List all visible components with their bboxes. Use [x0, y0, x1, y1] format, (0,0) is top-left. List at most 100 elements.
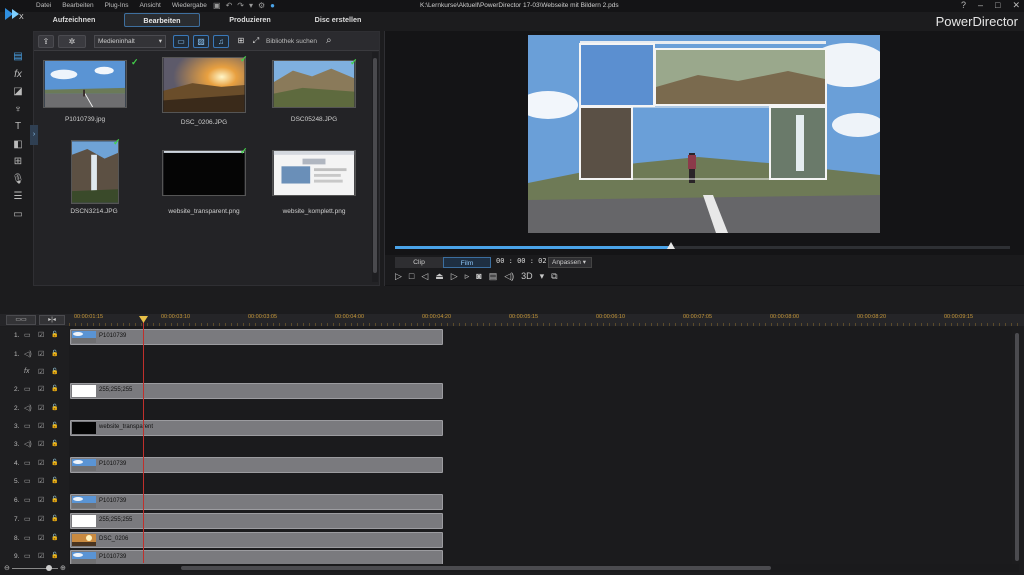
undo-icon[interactable]: ↶	[226, 1, 233, 10]
library-item[interactable]: ✓ DSCN3214.JPG	[70, 138, 120, 216]
timeline-clip[interactable]: 255;255;255	[70, 383, 443, 399]
stop-icon[interactable]: □	[409, 271, 414, 282]
fx-room-icon[interactable]: fx	[8, 66, 28, 84]
track-enable-checkbox[interactable]: ☑	[38, 515, 44, 523]
subtitle-toggle-icon[interactable]: ▤	[489, 271, 498, 282]
track-lane[interactable]	[69, 436, 1012, 455]
timeline-clip[interactable]: website_transparent	[70, 420, 443, 436]
library-item[interactable]: ✓ website_transparent.png	[162, 147, 248, 215]
chevron-down-icon[interactable]: ▾	[540, 271, 545, 282]
transition-room-icon[interactable]: ◧	[8, 136, 28, 154]
tab-create-disc[interactable]: Disc erstellen	[300, 13, 376, 27]
fast-forward-icon[interactable]: ▹	[465, 271, 470, 282]
track-lane[interactable]	[69, 473, 1012, 492]
redo-icon[interactable]: ↷	[237, 1, 244, 10]
plugin-button[interactable]: ✲	[58, 35, 86, 48]
track-lane[interactable]: website_transparent	[69, 418, 1012, 437]
filter-audio-button[interactable]: ♫	[213, 35, 229, 48]
tab-capture[interactable]: Aufzeichnen	[36, 13, 112, 27]
track-enable-checkbox[interactable]: ☑	[38, 496, 44, 504]
zoom-fit-dropdown[interactable]: Anpassen ▾	[548, 257, 592, 268]
timeline-vscrollbar-thumb[interactable]	[1015, 333, 1019, 561]
track-enable-checkbox[interactable]: ☑	[38, 385, 44, 393]
track-enable-checkbox[interactable]: ☑	[38, 552, 44, 560]
track-enable-checkbox[interactable]: ☑	[38, 477, 44, 485]
library-item[interactable]: website_komplett.png	[272, 150, 356, 215]
lock-icon[interactable]: 🔓	[51, 422, 58, 429]
lock-icon[interactable]: 🔓	[51, 331, 58, 338]
expand-library-button[interactable]: ⤢	[248, 35, 264, 48]
library-scrollbar[interactable]	[372, 52, 378, 282]
timeline-horizontal-scrollbar[interactable]	[69, 564, 1019, 572]
pip-room-icon[interactable]: ◪	[8, 83, 28, 101]
tab-film[interactable]: Film	[443, 257, 491, 268]
track-lane[interactable]	[69, 346, 1012, 365]
media-room-icon[interactable]: ▤	[8, 48, 28, 66]
menu-plugins[interactable]: Plug-Ins	[105, 2, 129, 9]
close-button[interactable]: ✕	[1012, 0, 1020, 11]
previous-frame-icon[interactable]: ◁	[421, 271, 428, 282]
gear-icon[interactable]: ⚙	[258, 1, 265, 10]
timeline-clip[interactable]: P1010739	[70, 457, 443, 473]
track-enable-checkbox[interactable]: ☑	[38, 368, 44, 376]
media-filter-dropdown[interactable]: Medieninhalt ▾	[94, 35, 166, 48]
import-icon[interactable]: ▣	[213, 1, 221, 10]
lock-icon[interactable]: 🔓	[51, 350, 58, 357]
track-lane[interactable]: 255;255;255	[69, 381, 1012, 400]
play-icon[interactable]: ▷	[395, 271, 402, 282]
tab-produce[interactable]: Produzieren	[212, 13, 288, 27]
tab-edit[interactable]: Bearbeiten	[124, 13, 200, 27]
collapse-panel-button[interactable]: ›	[30, 125, 38, 145]
menu-wiedergabe[interactable]: Wiedergabe	[172, 2, 207, 9]
track-enable-checkbox[interactable]: ☑	[38, 404, 44, 412]
library-search-input[interactable]: Bibliothek suchen	[266, 38, 317, 45]
timeline-clip[interactable]: DSC_0206	[70, 532, 443, 548]
maximize-button[interactable]: □	[995, 0, 1000, 11]
timeline-clip[interactable]: P1010739	[70, 329, 443, 345]
track-enable-checkbox[interactable]: ☑	[38, 350, 44, 358]
library-item[interactable]: ✓ DSC_0206.JPG	[162, 55, 248, 126]
timeline-zoom-slider[interactable]: ⊖ ⊕	[4, 564, 66, 572]
tab-clip[interactable]: Clip	[395, 257, 443, 268]
library-scrollbar-thumb[interactable]	[373, 58, 377, 273]
quick-preview-icon[interactable]: ⏏	[435, 271, 444, 282]
lock-icon[interactable]: 🔓	[51, 552, 58, 559]
subtitle-icon[interactable]: ▭	[8, 206, 28, 224]
track-lane[interactable]: P1010739	[69, 327, 1012, 346]
track-lane[interactable]	[69, 400, 1012, 419]
track-lane[interactable]: 255;255;255	[69, 511, 1012, 530]
timeline-clip[interactable]: 255;255;255	[70, 513, 443, 529]
zoom-handle[interactable]	[46, 565, 52, 571]
next-frame-icon[interactable]: ▷	[451, 271, 458, 282]
minimize-button[interactable]: –	[978, 0, 983, 11]
lock-icon[interactable]: 🔓	[51, 515, 58, 522]
library-item[interactable]: ✓ DSC05248.JPG	[272, 58, 358, 123]
filter-video-button[interactable]: ▭	[173, 35, 189, 48]
particle-room-icon[interactable]: ♆	[8, 101, 28, 119]
lock-icon[interactable]: 🔓	[51, 477, 58, 484]
timeline-vertical-scrollbar[interactable]	[1013, 327, 1021, 563]
3d-mode-button[interactable]: 3D	[521, 271, 533, 282]
timeline-view-button[interactable]: ▭▭	[6, 315, 36, 325]
snapshot-icon[interactable]: ◙	[476, 271, 481, 282]
lock-icon[interactable]: 🔓	[51, 440, 58, 447]
chapter-icon[interactable]: ☰	[8, 188, 28, 206]
search-icon[interactable]: ⌕	[326, 35, 332, 46]
track-enable-checkbox[interactable]: ☑	[38, 440, 44, 448]
track-lane[interactable]: P1010739	[69, 492, 1012, 511]
voiceover-icon[interactable]: 🎙	[8, 171, 28, 189]
track-enable-checkbox[interactable]: ☑	[38, 534, 44, 542]
track-lane[interactable]: P1010739	[69, 455, 1012, 474]
preview-scrub-handle[interactable]	[667, 242, 675, 249]
upgrade-icon[interactable]: ●	[270, 1, 275, 10]
lock-icon[interactable]: 🔓	[51, 459, 58, 466]
zoom-in-icon[interactable]: ⊕	[60, 564, 66, 572]
view-grid-button[interactable]: ⊞	[233, 35, 249, 48]
timeline-scrollbar-thumb[interactable]	[181, 566, 771, 570]
title-room-icon[interactable]: T	[8, 118, 28, 136]
menu-datei[interactable]: Datei	[36, 2, 51, 9]
preview-timeline-slider[interactable]	[395, 242, 1010, 249]
menu-bearbeiten[interactable]: Bearbeiten	[62, 2, 93, 9]
import-media-button[interactable]: ⇪	[38, 35, 54, 48]
track-enable-checkbox[interactable]: ☑	[38, 331, 44, 339]
